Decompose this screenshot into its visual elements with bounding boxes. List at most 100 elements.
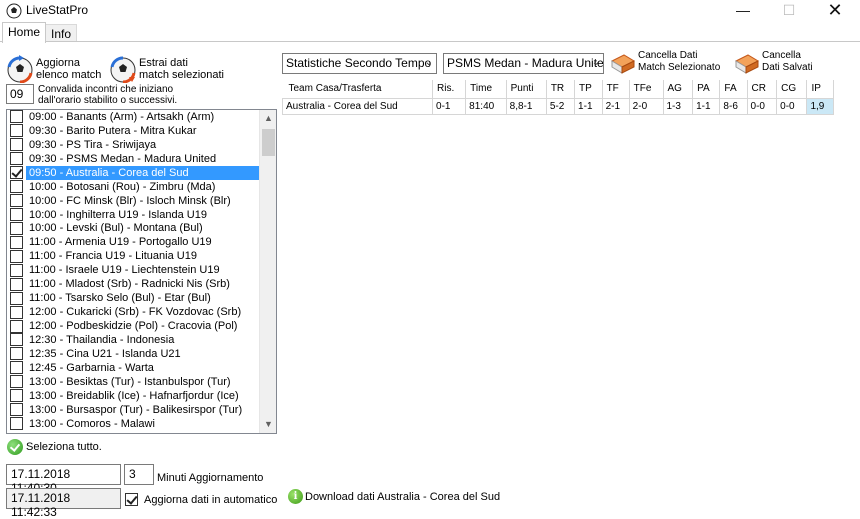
match-checkbox[interactable]	[10, 417, 23, 431]
match-checkbox[interactable]	[10, 403, 23, 417]
match-label: 10:00 - Botosani (Rou) - Zimbru (Mda)	[29, 180, 216, 193]
table-cell[interactable]: 2-0	[628, 97, 664, 115]
stat-type-dropdown[interactable]: Statistiche Secondo Tempo ⌄	[282, 53, 437, 74]
table-cell[interactable]: 1-1	[574, 97, 603, 115]
match-checkbox[interactable]	[10, 291, 23, 305]
match-list-item[interactable]: 13:00 - Bursaspor (Tur) - Balikesirspor …	[7, 403, 276, 417]
match-list-item[interactable]: 10:00 - FC Minsk (Blr) - Isloch Minsk (B…	[7, 194, 276, 208]
delete-saved-data-button[interactable]: Cancella Dati Salvati	[732, 50, 813, 75]
match-checkbox[interactable]	[10, 166, 23, 180]
match-checkbox[interactable]	[10, 110, 23, 124]
table-cell[interactable]: 8,8-1	[505, 97, 547, 115]
match-checkbox[interactable]	[10, 138, 23, 152]
table-cell[interactable]: 0-0	[776, 97, 808, 115]
column-header[interactable]: FA	[719, 80, 748, 99]
match-checkbox[interactable]	[10, 235, 23, 249]
table-cell[interactable]: Australia - Corea del Sud	[281, 97, 434, 115]
match-list-item[interactable]: 12:30 - Thailandia - Indonesia	[7, 333, 276, 347]
column-header[interactable]: AG	[663, 80, 694, 99]
table-cell[interactable]: 8-6	[719, 97, 748, 115]
refresh-match-list-button[interactable]: Aggiorna elenco match	[6, 55, 101, 83]
table-cell[interactable]: 81:40	[465, 97, 507, 115]
match-checkbox[interactable]	[10, 375, 23, 389]
match-list-scrollbar[interactable]: ▲ ▼	[259, 110, 276, 433]
column-header[interactable]: Team Casa/Trasferta	[282, 80, 434, 99]
window-title: LiveStatPro	[26, 3, 89, 17]
minimize-button[interactable]: —	[720, 0, 766, 22]
match-checkbox[interactable]	[10, 347, 23, 361]
match-list-item[interactable]: 11:00 - Mladost (Srb) - Radnicki Nis (Sr…	[7, 277, 276, 291]
match-list-item[interactable]: 09:30 - PSMS Medan - Madura United	[7, 152, 276, 166]
column-header[interactable]: TR	[546, 80, 576, 99]
table-cell[interactable]: 5-2	[545, 97, 576, 115]
table-cell[interactable]: 0-0	[746, 97, 778, 115]
match-checkbox[interactable]	[10, 333, 23, 347]
column-header[interactable]: Ris.	[432, 80, 467, 99]
maximize-button[interactable]: ☐	[766, 0, 812, 22]
match-list-item[interactable]: 12:45 - Garbarnia - Warta	[7, 361, 276, 375]
match-list-item[interactable]: 09:30 - Barito Putera - Mitra Kukar	[7, 124, 276, 138]
match-checkbox[interactable]	[10, 319, 23, 333]
match-checkbox[interactable]	[10, 221, 23, 235]
match-checkbox[interactable]	[10, 305, 23, 319]
auto-update-checkbox[interactable]	[125, 493, 138, 506]
match-list-item[interactable]: 12:00 - Cukaricki (Srb) - FK Vozdovac (S…	[7, 305, 276, 319]
match-checkbox[interactable]	[10, 180, 23, 194]
match-list-item[interactable]: 09:30 - PS Tira - Sriwijaya	[7, 138, 276, 152]
match-label: 13:00 - Bursaspor (Tur) - Balikesirspor …	[29, 403, 243, 416]
match-list-item[interactable]: 12:35 - Cina U21 - Islanda U21	[7, 347, 276, 361]
select-all-button[interactable]: Seleziona tutto.	[7, 439, 102, 455]
table-cell[interactable]: 1-1	[692, 97, 721, 115]
start-hour-input[interactable]: 09	[6, 84, 34, 104]
match-list-item[interactable]: 12:00 - Podbeskidzie (Pol) - Cracovia (P…	[7, 319, 276, 333]
scroll-up-icon[interactable]: ▲	[260, 110, 276, 127]
match-checkbox[interactable]	[10, 208, 23, 222]
refresh-minutes-input[interactable]: 3	[124, 464, 154, 485]
column-header[interactable]: CG	[776, 80, 808, 99]
match-checkbox[interactable]	[10, 152, 23, 166]
match-checkbox[interactable]	[10, 194, 23, 208]
match-list-item[interactable]: 10:00 - Inghilterra U19 - Islanda U19	[7, 208, 276, 222]
match-list-item[interactable]: 13:00 - Besiktas (Tur) - Istanbulspor (T…	[7, 375, 276, 389]
match-list-item[interactable]: 11:00 - Tsarsko Selo (Bul) - Etar (Bul)	[7, 291, 276, 305]
extract-data-button[interactable]: Estrai dati match selezionati	[109, 55, 224, 83]
scroll-thumb[interactable]	[262, 129, 275, 156]
match-list[interactable]: 09:00 - Banants (Arm) - Artsakh (Arm) 09:…	[6, 109, 277, 434]
table-cell[interactable]: 2-1	[601, 97, 630, 115]
match-list-item[interactable]: 13:00 - Breidablik (Ice) - Hafnarfjordur…	[7, 389, 276, 403]
match-checkbox[interactable]	[10, 361, 23, 375]
tab-home[interactable]: Home	[2, 22, 47, 43]
match-list-item[interactable]: 11:00 - Israele U19 - Liechtenstein U19	[7, 263, 276, 277]
tab-info[interactable]: Info	[45, 24, 78, 42]
match-list-item[interactable]: 10:00 - Botosani (Rou) - Zimbru (Mda)	[7, 180, 276, 194]
column-header[interactable]: TP	[574, 80, 603, 99]
column-header[interactable]: CR	[747, 80, 778, 99]
match-list-item[interactable]: 10:00 - Levski (Bul) - Montana (Bul)	[7, 221, 276, 236]
table-cell[interactable]: 0-1	[432, 97, 467, 115]
auto-update-toggle[interactable]: Aggiorna dati in automatico	[125, 493, 277, 506]
match-list-item[interactable]: 11:00 - Francia U19 - Lituania U19	[7, 249, 276, 263]
table-cell[interactable]: 1,9	[806, 97, 834, 115]
column-header[interactable]: PA	[692, 80, 721, 99]
match-checkbox[interactable]	[10, 263, 23, 277]
scroll-down-icon[interactable]: ▼	[260, 416, 276, 433]
delete-selected-match-data-button[interactable]: Cancella Dati Match Selezionato	[608, 50, 720, 75]
column-header[interactable]: Time	[465, 80, 507, 99]
column-header[interactable]: IP	[806, 80, 834, 99]
match-dropdown[interactable]: PSMS Medan - Madura Unite ⌄	[443, 53, 604, 74]
match-list-item[interactable]: 09:50 - Australia - Corea del Sud	[7, 165, 276, 180]
column-header[interactable]: TFe	[629, 80, 664, 99]
column-header[interactable]: Punti	[506, 80, 547, 99]
column-header[interactable]: TF	[602, 80, 630, 99]
match-list-item[interactable]: 13:00 - Comoros - Malawi	[7, 417, 276, 431]
close-button[interactable]: ✕	[812, 0, 858, 22]
current-time-field[interactable]: 17.11.2018 11:40:30	[6, 464, 121, 495]
table-row[interactable]: Australia - Corea del Sud 0-1 81:40 8,8-1 5-…	[281, 97, 834, 115]
match-list-item[interactable]: 11:00 - Armenia U19 - Portogallo U19	[7, 235, 276, 249]
match-list-item[interactable]: 09:00 - Banants (Arm) - Artsakh (Arm)	[7, 110, 276, 124]
table-cell[interactable]: 1-3	[662, 97, 694, 115]
match-checkbox[interactable]	[10, 277, 23, 291]
match-checkbox[interactable]	[10, 249, 23, 263]
match-checkbox[interactable]	[10, 389, 23, 403]
match-checkbox[interactable]	[10, 124, 23, 138]
